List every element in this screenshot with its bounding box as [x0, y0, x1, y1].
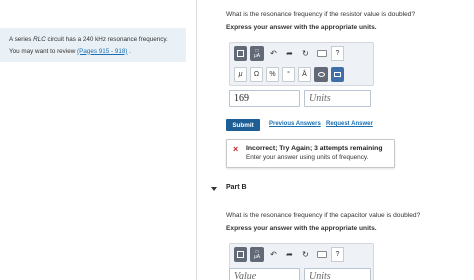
symbols-icon[interactable]: □ μA	[250, 247, 264, 262]
submit-button[interactable]: Submit	[226, 119, 260, 131]
keyboard-icon[interactable]	[315, 46, 328, 61]
redo-icon[interactable]: ➦	[283, 46, 296, 61]
part-b-units-input[interactable]: Units	[304, 268, 371, 280]
toolbar-b-row-1: □ μA ↶ ➦ ↻ ?	[234, 247, 347, 262]
undo-icon[interactable]: ↶	[267, 247, 280, 262]
part-b-value-input[interactable]: Value	[229, 268, 300, 280]
intro-prefix: A series	[9, 36, 34, 43]
reset-icon[interactable]: ↻	[299, 46, 312, 61]
feedback-message: Enter your answer using units of frequen…	[246, 154, 369, 161]
part-a-value-input[interactable]: 169	[229, 90, 300, 107]
help-icon[interactable]: ?	[331, 46, 344, 61]
templates-icon[interactable]	[234, 247, 247, 262]
keyboard-icon[interactable]	[315, 247, 328, 262]
review-hint: You may want to review (Pages 915 - 918)…	[9, 46, 186, 58]
toolbar-row-2: μ Ω % ° Å	[234, 67, 347, 82]
micro-button[interactable]: μ	[234, 67, 247, 82]
request-answer-link[interactable]: Request Answer	[326, 121, 373, 127]
units-selector-icon[interactable]	[314, 67, 328, 82]
degree-button[interactable]: °	[282, 67, 295, 82]
toolbar-row-1: □ μA ↶ ➦ ↻ ?	[234, 46, 347, 61]
percent-button[interactable]: %	[266, 67, 279, 82]
part-a-units-input[interactable]: Units	[304, 90, 371, 107]
angstrom-button[interactable]: Å	[298, 67, 311, 82]
previous-answers-link[interactable]: Previous Answers	[269, 121, 321, 127]
help-icon[interactable]: ?	[331, 247, 344, 262]
problem-statement: A series RLC circuit has a 240 kHz reson…	[9, 34, 186, 46]
intro-em: RLC	[33, 36, 46, 43]
part-b-label[interactable]: Part B	[226, 184, 247, 191]
symbols-icon[interactable]: □ μA	[250, 46, 264, 61]
symbols-label: μA	[253, 52, 261, 59]
part-a-instruction: Express your answer with the appropriate…	[226, 24, 377, 31]
templates-icon[interactable]	[234, 46, 247, 61]
part-b-instruction: Express your answer with the appropriate…	[226, 225, 377, 232]
review-prefix: You may want to review	[9, 47, 78, 55]
redo-icon[interactable]: ➦	[283, 247, 296, 262]
feedback-box: × Incorrect; Try Again; 3 attempts remai…	[226, 139, 395, 168]
undo-icon[interactable]: ↶	[267, 46, 280, 61]
review-suffix: .	[127, 47, 131, 55]
ohm-button[interactable]: Ω	[250, 67, 263, 82]
intro-suffix: circuit has a 240 kHz resonance frequenc…	[45, 36, 168, 43]
part-a-question: What is the resonance frequency if the r…	[226, 11, 416, 18]
error-icon: ×	[233, 144, 239, 154]
part-a-math-toolbar: □ μA ↶ ➦ ↻ ? μ Ω % ° Å	[229, 42, 374, 86]
problem-intro-panel: A series RLC circuit has a 240 kHz reson…	[0, 28, 186, 62]
reset-icon[interactable]: ↻	[299, 247, 312, 262]
review-pages-link[interactable]: (Pages 915 - 918)	[77, 48, 127, 55]
part-b-question: What is the resonance frequency if the c…	[226, 212, 421, 219]
feedback-title: Incorrect; Try Again; 3 attempts remaini…	[246, 145, 383, 152]
collapse-caret-icon[interactable]	[211, 187, 217, 191]
symbols-label: μA	[253, 253, 261, 260]
units-keyboard-icon[interactable]	[331, 67, 344, 82]
column-divider	[196, 0, 197, 280]
